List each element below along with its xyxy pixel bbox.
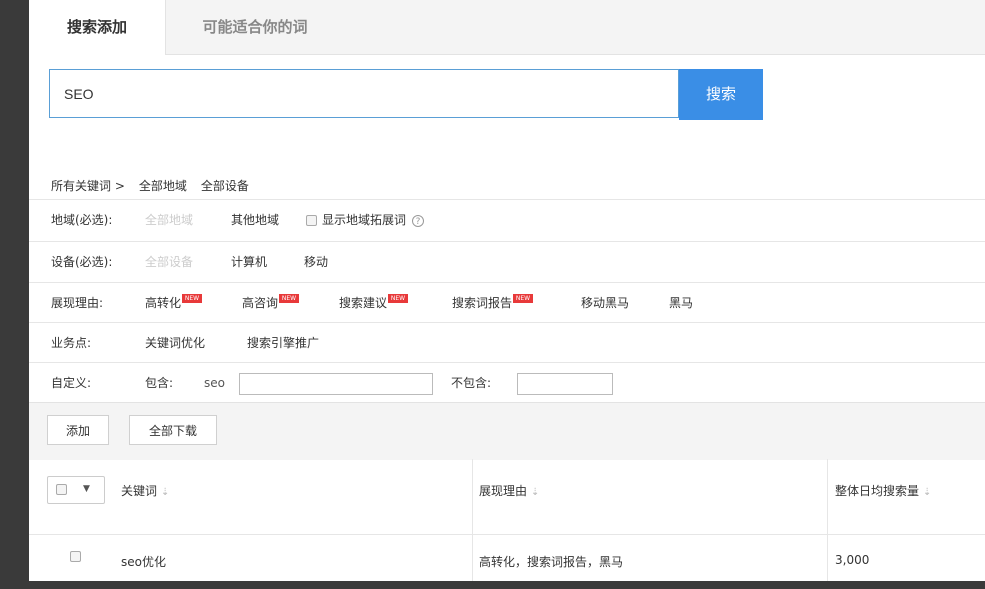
add-button[interactable]: 添加 bbox=[47, 415, 109, 445]
filter-device-pc[interactable]: 计算机 bbox=[231, 242, 267, 282]
search-button[interactable]: 搜索 bbox=[679, 69, 763, 120]
column-header-reason[interactable]: 展现理由 ⇣ bbox=[479, 482, 539, 499]
cell-reason: 高转化，搜索词报告，黑马 bbox=[479, 555, 624, 569]
filter-reason-search-suggest[interactable]: 搜索建议 NEW bbox=[339, 283, 409, 323]
filter-row-device: 设备(必选): 全部设备 计算机 移动 bbox=[29, 241, 985, 282]
sort-icon[interactable]: ⇣ bbox=[923, 487, 931, 498]
include-label: 包含: bbox=[145, 376, 174, 390]
table-header: ▼ 关键词 ⇣ 展现理由 ⇣ 整体日均搜索量 ⇣ bbox=[29, 459, 985, 535]
filter-reason-darkhorse[interactable]: 黑马 bbox=[669, 283, 693, 323]
filter-region-other[interactable]: 其他地域 bbox=[231, 200, 279, 240]
include-value: seo bbox=[204, 376, 225, 390]
breadcrumb-all-keywords[interactable]: 所有关键词 > bbox=[51, 179, 125, 193]
filter-row-business: 业务点: 关键词优化 搜索引擎推广 bbox=[29, 322, 985, 363]
filter-label-reason: 展现理由: bbox=[51, 296, 104, 310]
select-all-dropdown[interactable]: ▼ bbox=[47, 476, 105, 504]
row-checkbox[interactable] bbox=[70, 551, 81, 562]
sort-icon[interactable]: ⇣ bbox=[161, 487, 169, 498]
reason-label: 搜索建议 bbox=[339, 296, 388, 310]
exclude-label: 不包含: bbox=[451, 376, 492, 390]
download-all-button[interactable]: 全部下载 bbox=[129, 415, 217, 445]
filter-reason-search-report[interactable]: 搜索词报告 NEW bbox=[452, 283, 534, 323]
filter-row-custom: 自定义: 包含: seo 不包含: bbox=[29, 362, 985, 403]
show-expand-label: 显示地域拓展词 bbox=[322, 213, 407, 227]
column-label: 关键词 bbox=[121, 484, 158, 498]
select-all-checkbox[interactable] bbox=[56, 484, 67, 495]
column-header-keyword[interactable]: 关键词 ⇣ bbox=[121, 482, 169, 499]
tab-search-add[interactable]: 搜索添加 bbox=[29, 0, 166, 55]
new-badge-icon: NEW bbox=[513, 294, 534, 303]
filter-row-region: 地域(必选): 全部地域 其他地域 显示地域拓展词? bbox=[29, 199, 985, 240]
filter-device-all[interactable]: 全部设备 bbox=[145, 242, 193, 282]
table-toolbar: 添加 全部下载 bbox=[29, 402, 985, 460]
exclude-input[interactable] bbox=[517, 373, 613, 395]
filter-label-business: 业务点: bbox=[51, 336, 92, 350]
filter-business-keyword-opt[interactable]: 关键词优化 bbox=[145, 323, 205, 363]
keyword-planner-panel: 搜索添加 可能适合你的词 搜索 所有关键词 >全部地域全部设备 地域(必选): … bbox=[29, 0, 985, 581]
filter-reason-mobile-darkhorse[interactable]: 移动黑马 bbox=[581, 283, 629, 323]
filter-label-region: 地域(必选): bbox=[51, 213, 113, 227]
include-input[interactable] bbox=[239, 373, 433, 395]
cell-keyword: seo优化 bbox=[121, 555, 166, 569]
new-badge-icon: NEW bbox=[182, 294, 203, 303]
breadcrumb: 所有关键词 > 全部地域 全部设备 bbox=[51, 176, 263, 196]
filter-label-custom: 自定义: bbox=[51, 376, 92, 390]
bottom-edge bbox=[0, 581, 985, 589]
help-icon[interactable]: ? bbox=[412, 214, 425, 227]
show-expand-toggle[interactable]: 显示地域拓展词? bbox=[306, 200, 425, 240]
filter-row-reason: 展现理由: 高转化 NEW 高咨询 NEW 搜索建议 NEW 搜索词报告 NEW 移动黑… bbox=[29, 282, 985, 323]
reason-label: 高转化 bbox=[145, 296, 182, 310]
show-expand-checkbox[interactable] bbox=[306, 215, 317, 226]
column-header-volume[interactable]: 整体日均搜索量 ⇣ bbox=[835, 482, 931, 499]
filter-label-device: 设备(必选): bbox=[51, 255, 113, 269]
breadcrumb-all-devices[interactable]: 全部设备 bbox=[201, 179, 249, 193]
column-label: 整体日均搜索量 bbox=[835, 484, 920, 498]
sort-icon[interactable]: ⇣ bbox=[531, 487, 539, 498]
cell-volume: 3,000 bbox=[835, 553, 870, 567]
filter-reason-high-conversion[interactable]: 高转化 NEW bbox=[145, 283, 203, 323]
chevron-down-icon[interactable]: ▼ bbox=[83, 484, 90, 494]
table-row: seo优化 高转化，搜索词报告，黑马 3,000 bbox=[29, 535, 985, 581]
tab-suggested-words[interactable]: 可能适合你的词 bbox=[165, 0, 345, 55]
reason-label: 高咨询 bbox=[242, 296, 279, 310]
reason-label: 搜索词报告 bbox=[452, 296, 513, 310]
filter-reason-high-consult[interactable]: 高咨询 NEW bbox=[242, 283, 300, 323]
filter-region-all[interactable]: 全部地域 bbox=[145, 200, 193, 240]
column-label: 展现理由 bbox=[479, 484, 528, 498]
filter-business-sem[interactable]: 搜索引擎推广 bbox=[247, 323, 319, 363]
search-input[interactable] bbox=[49, 69, 679, 118]
breadcrumb-all-regions[interactable]: 全部地域 bbox=[139, 179, 187, 193]
new-badge-icon: NEW bbox=[388, 294, 409, 303]
filter-device-mobile[interactable]: 移动 bbox=[304, 242, 328, 282]
new-badge-icon: NEW bbox=[279, 294, 300, 303]
tab-bar: 搜索添加 可能适合你的词 bbox=[29, 0, 985, 55]
